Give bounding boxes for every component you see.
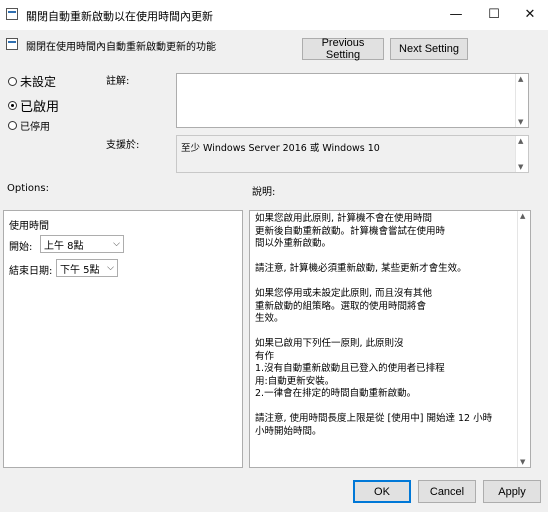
scroll-up-icon[interactable]: ▲	[518, 137, 523, 145]
policy-name: 關閉在使用時間內自動重新啟動更新的功能	[26, 42, 216, 53]
start-time-value: 上午 8點	[44, 240, 84, 252]
radio-disabled[interactable]: 已停用	[8, 118, 50, 133]
radio-label: 已停用	[20, 122, 50, 133]
next-setting-button[interactable]: Next Setting	[390, 38, 468, 60]
start-label: 開始:	[9, 242, 33, 253]
options-label: Options:	[7, 183, 49, 194]
radio-icon	[8, 77, 17, 86]
window-title: 關閉自動重新啟動以在使用時間內更新	[26, 10, 213, 23]
maximize-button[interactable]: ☐	[476, 0, 512, 30]
supported-on-field: 至少 Windows Server 2016 或 Windows 10 ▲ ▼	[176, 135, 529, 173]
end-time-value: 下午 5點	[60, 264, 100, 276]
comment-scrollbar[interactable]: ▲ ▼	[515, 74, 528, 127]
end-label: 結束日期:	[9, 266, 53, 277]
previous-setting-button[interactable]: Previous Setting	[302, 37, 384, 61]
end-time-select[interactable]: 下午 5點 ⌵	[56, 259, 118, 277]
close-button[interactable]: ✕	[512, 0, 548, 30]
policy-icon	[6, 8, 18, 20]
radio-not-configured[interactable]: 未設定	[8, 73, 56, 90]
options-panel: 使用時間 開始: 上午 8點 ⌵ 結束日期: 下午 5點 ⌵	[3, 210, 243, 468]
policy-setting-icon	[6, 38, 18, 50]
comment-label: 註解:	[106, 76, 130, 87]
title-bar: 關閉自動重新啟動以在使用時間內更新 — ☐ ✕	[0, 0, 548, 30]
ok-button[interactable]: OK	[353, 480, 411, 503]
chevron-down-icon: ⌵	[107, 263, 114, 273]
active-hours-label: 使用時間	[9, 221, 49, 232]
help-label: 說明:	[252, 187, 276, 198]
radio-icon	[8, 121, 17, 130]
scroll-down-icon[interactable]: ▼	[518, 118, 523, 126]
radio-checked-icon	[8, 101, 17, 110]
scroll-up-icon[interactable]: ▲	[518, 75, 523, 83]
scroll-down-icon[interactable]: ▼	[520, 458, 525, 466]
supported-on-value: 至少 Windows Server 2016 或 Windows 10	[181, 143, 380, 154]
radio-enabled[interactable]: 已啟用	[8, 96, 59, 115]
comment-field[interactable]: ▲ ▼	[176, 73, 529, 128]
supported-on-label: 支援於:	[106, 140, 140, 151]
scroll-up-icon[interactable]: ▲	[520, 212, 525, 220]
scroll-down-icon[interactable]: ▼	[518, 163, 523, 171]
supported-scrollbar[interactable]: ▲ ▼	[515, 136, 528, 172]
minimize-button[interactable]: —	[438, 0, 474, 30]
cancel-button[interactable]: Cancel	[418, 480, 476, 503]
radio-label: 未設定	[20, 75, 57, 89]
apply-button[interactable]: Apply	[483, 480, 541, 503]
help-scrollbar[interactable]: ▲ ▼	[517, 211, 530, 467]
radio-label: 已啟用	[20, 100, 60, 115]
start-time-select[interactable]: 上午 8點 ⌵	[40, 235, 124, 253]
help-text: 如果您啟用此原則, 計算機不會在使用時間 更新後自動重新啟動。計算機會嘗試在使用…	[255, 213, 493, 437]
chevron-down-icon: ⌵	[113, 239, 120, 249]
help-panel: 如果您啟用此原則, 計算機不會在使用時間 更新後自動重新啟動。計算機會嘗試在使用…	[249, 210, 531, 468]
